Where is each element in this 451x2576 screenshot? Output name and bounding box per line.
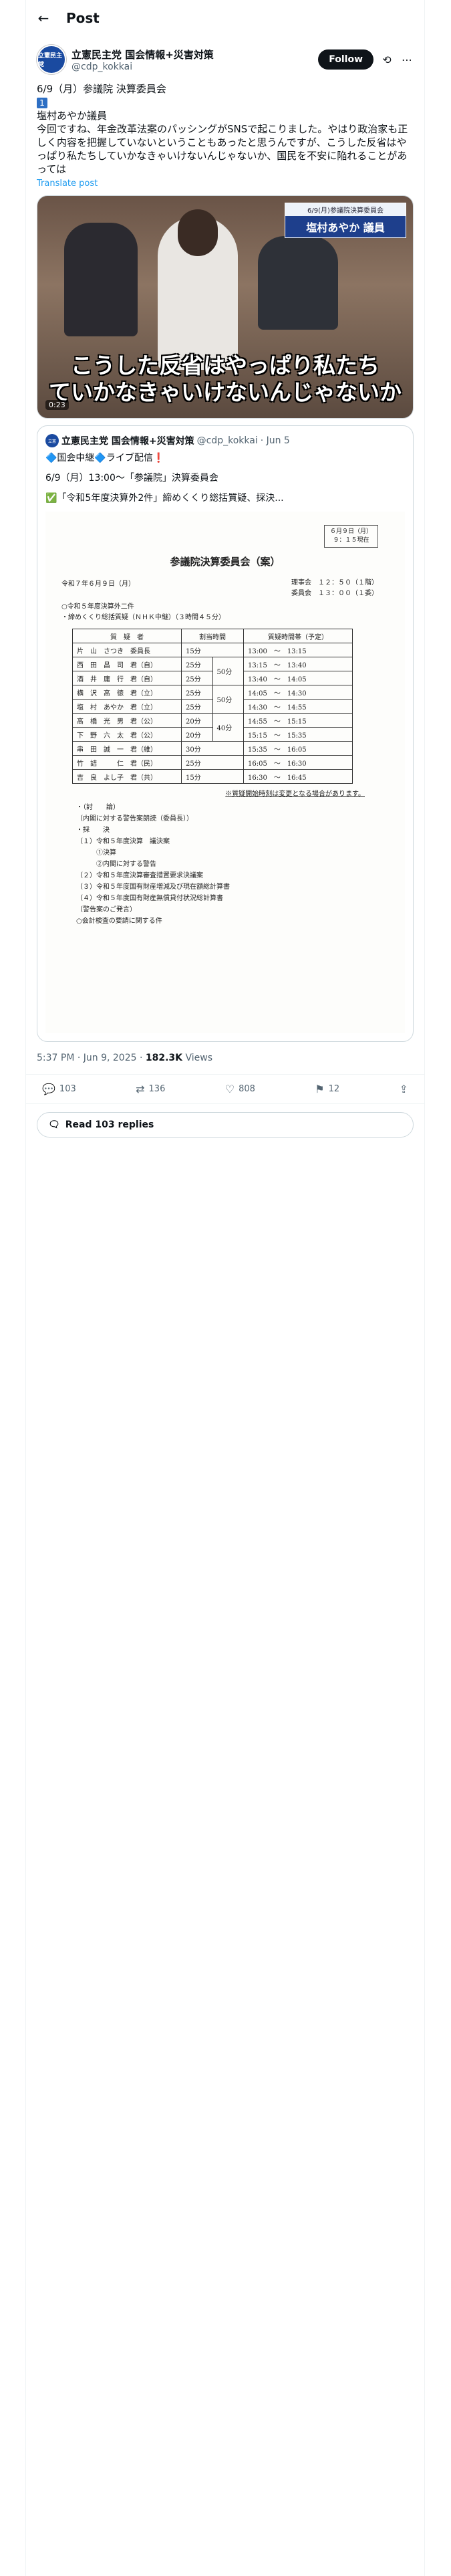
post-line: 6/9（月）参議院 決算委員会 — [37, 83, 166, 95]
table-row: 吉 良 よし子 君（共） 15分 16:30 〜 16:45 — [72, 769, 353, 784]
note-line: ②内閣に対する警告 — [76, 861, 156, 868]
quoted-line: 🔷国会中継🔷ライブ配信❗ — [45, 453, 165, 463]
table-row: 横 沢 高 徳 君（立） 25分 50分 14:05 〜 14:30 — [72, 685, 353, 714]
reply-count: 103 — [59, 1084, 76, 1094]
table-row: 串 田 誠 一 君（維） 30分 15:35 〜 16:05 — [72, 741, 353, 756]
share-button[interactable]: ⇪ — [400, 1083, 408, 1095]
bookmark-count: 12 — [328, 1084, 340, 1094]
share-icon: ⇪ — [399, 1083, 408, 1095]
note-line: ・（討 論） — [76, 804, 120, 811]
note-line: （警告案のご発言） — [76, 906, 136, 914]
like-count: 808 — [239, 1084, 255, 1094]
read-replies-label: Read 103 replies — [65, 1119, 154, 1130]
author-names: 立憲民主党 国会情報+災害対策 @cdp_kokkai — [71, 47, 318, 72]
quoted-author-handle: @cdp_kokkai — [196, 435, 258, 446]
document-date-row: 令和７年６月９日（月） 理事会 １２：５０（１階） 委員会 １３：００（１委） — [45, 568, 405, 602]
page-title: Post — [66, 9, 100, 26]
document-date-box: ６月９日（月） ９：１５現在 — [323, 525, 378, 548]
video-caption: こうした反省はやっぱり私たち ていかなきゃいけないんじゃないか — [37, 352, 413, 406]
post-line: 塩村あやか議員 — [37, 110, 108, 122]
main-column: ← Post 立憲民主党 立憲民主党 国会情報+災害対策 @cdp_kokkai… — [25, 0, 425, 2576]
author-handle[interactable]: @cdp_kokkai — [71, 62, 318, 72]
chat-bubble-icon: 🗨 — [48, 1119, 60, 1130]
note-line: （４）令和５年度国有財産無償貸付状況総計算書 — [76, 895, 223, 902]
table-row: 高 橋 光 男 君（公） 20分 40分 14:55 〜 15:15 — [72, 713, 353, 742]
number-badge-icon: 1 — [37, 98, 47, 108]
action-bar: 💬 103 ⇄ 136 ♡ 808 ⚑ 12 ⇪ — [26, 1075, 424, 1104]
bookmark-icon: ⚑ — [315, 1083, 325, 1095]
quoted-author-name: 立憲民主党 国会情報+災害対策 — [61, 436, 194, 447]
document-note: ※質疑開始時刻は変更となる場合があります。 — [225, 790, 365, 798]
bookmark-button[interactable]: ⚑ 12 — [315, 1083, 339, 1095]
quoted-post-date: · Jun 5 — [260, 435, 290, 446]
views-label: Views — [182, 1053, 212, 1063]
quoted-post[interactable]: 立憲 立憲民主党 国会情報+災害対策 @cdp_kokkai · Jun 5 🔷… — [37, 425, 414, 1042]
note-line: （内閣に対する警告案朗読（委員長）） — [76, 815, 193, 823]
post-author: 立憲民主党 立憲民主党 国会情報+災害対策 @cdp_kokkai Follow… — [26, 35, 424, 76]
post-line: 今回ですね、年金改革法案のパッシングがSNSで起こりました。やはり政治家も正しく… — [37, 123, 408, 175]
back-arrow-icon[interactable]: ← — [37, 10, 50, 26]
date-box-line: ９：１５現在 — [333, 537, 369, 544]
speaker-table: 質 疑 者 割当時間 質疑時間帯（予定） 片 山 さつき 委員長 15分 13:00… — [72, 629, 353, 784]
table-row: 竹 詰 仁 君（民） 25分 16:05 〜 16:30 — [72, 755, 353, 770]
like-button[interactable]: ♡ 808 — [225, 1083, 255, 1095]
more-icon[interactable]: ⋯ — [400, 53, 414, 66]
document-item: ○令和５年度決算外二件 — [61, 603, 134, 611]
note-line: ○会計検査の要請に関する件 — [76, 918, 162, 925]
repost-count: 136 — [148, 1084, 166, 1094]
video-time-badge: 0:23 — [45, 400, 69, 410]
post-meta: 5:37 PM · Jun 9, 2025 · 182.3K Views — [26, 1042, 424, 1075]
document-times: 理事会 １２：５０（１階） 委員会 １３：００（１委） — [291, 578, 378, 599]
background-person — [258, 236, 338, 330]
agenda-document-image: ６月９日（月） ９：１５現在 参議院決算委員会（案） 令和７年６月９日（月） 理… — [45, 512, 405, 1033]
time-line: 委員会 １３：００（１委） — [291, 590, 378, 597]
note-line: （１）令和５年度決算 議決案 — [76, 838, 170, 845]
table-row: 西 田 昌 司 君（自） 25分 50分 13:15 〜 13:40 — [72, 657, 353, 685]
author-display-name[interactable]: 立憲民主党 国会情報+災害対策 — [71, 47, 318, 62]
post-timestamp[interactable]: 5:37 PM · Jun 9, 2025 · — [37, 1053, 146, 1063]
nameplate-top: 6/9(月)参議院決算委員会 — [285, 203, 406, 216]
note-line: ・採 決 — [76, 827, 110, 834]
quoted-line: 6/9（月）13:00〜「参議院」決算委員会 — [45, 473, 218, 484]
translate-link[interactable]: Translate post — [26, 176, 424, 189]
repost-icon: ⇄ — [136, 1083, 145, 1095]
follow-button[interactable]: Follow — [318, 49, 373, 70]
document-notes: ・（討 論） （内閣に対する警告案朗読（委員長）） ・採 決 （１）令和５年度決… — [45, 802, 405, 927]
video-player[interactable]: 6/9(月)参議院決算委員会 塩村あやか 議員 こうした反省はやっぱり私たち て… — [37, 195, 414, 419]
quoted-line: ✅「令和5年度決算外2件」締めくくり総括質疑、採決... — [45, 493, 284, 504]
read-replies-button[interactable]: 🗨 Read 103 replies — [37, 1112, 414, 1138]
table-header: 質疑時間帯（予定） — [243, 629, 353, 643]
quoted-avatar: 立憲 — [45, 434, 59, 447]
page-header: ← Post — [26, 0, 424, 35]
quoted-post-text: 🔷国会中継🔷ライブ配信❗ 6/9（月）13:00〜「参議院」決算委員会 ✅「令和… — [37, 447, 413, 505]
caption-line: こうした反省はやっぱり私たち — [71, 352, 380, 379]
table-row: 片 山 さつき 委員長 15分 13:00 〜 13:15 — [72, 643, 353, 657]
quoted-post-header: 立憲 立憲民主党 国会情報+災害対策 @cdp_kokkai · Jun 5 — [37, 426, 413, 447]
note-line: ①決算 — [76, 849, 116, 857]
grok-icon[interactable]: ⟲ — [380, 53, 394, 66]
repost-button[interactable]: ⇄ 136 — [136, 1083, 165, 1095]
background-person — [64, 223, 138, 336]
reply-button[interactable]: 💬 103 — [42, 1083, 76, 1095]
nameplate: 6/9(月)参議院決算委員会 塩村あやか 議員 — [285, 203, 406, 238]
reply-icon: 💬 — [42, 1083, 55, 1095]
table-header: 割当時間 — [181, 629, 244, 643]
post-text: 6/9（月）参議院 決算委員会 1 塩村あやか議員 今回ですね、年金改革法案のパ… — [26, 76, 424, 176]
document-date: 令和７年６月９日（月） — [61, 580, 135, 588]
heart-icon: ♡ — [224, 1083, 235, 1095]
note-line: （２）令和５年度決算審査措置要求決議案 — [76, 872, 203, 879]
views-count: 182.3K — [145, 1053, 183, 1063]
avatar[interactable]: 立憲民主党 — [37, 45, 66, 74]
date-box-line: ６月９日（月） — [329, 528, 372, 535]
caption-line: ていかなきゃいけないんじゃないか — [49, 379, 402, 405]
time-line: 理事会 １２：５０（１階） — [291, 579, 378, 586]
note-line: （３）令和５年度国有財産増減及び現在額総計算書 — [76, 883, 230, 891]
document-item: ・締めくくり総括質疑（ＮＨＫ中継）（３時間４５分） — [61, 614, 225, 621]
table-header: 質 疑 者 — [72, 629, 182, 643]
speaker-head — [178, 209, 218, 256]
nameplate-name: 塩村あやか 議員 — [285, 216, 406, 237]
